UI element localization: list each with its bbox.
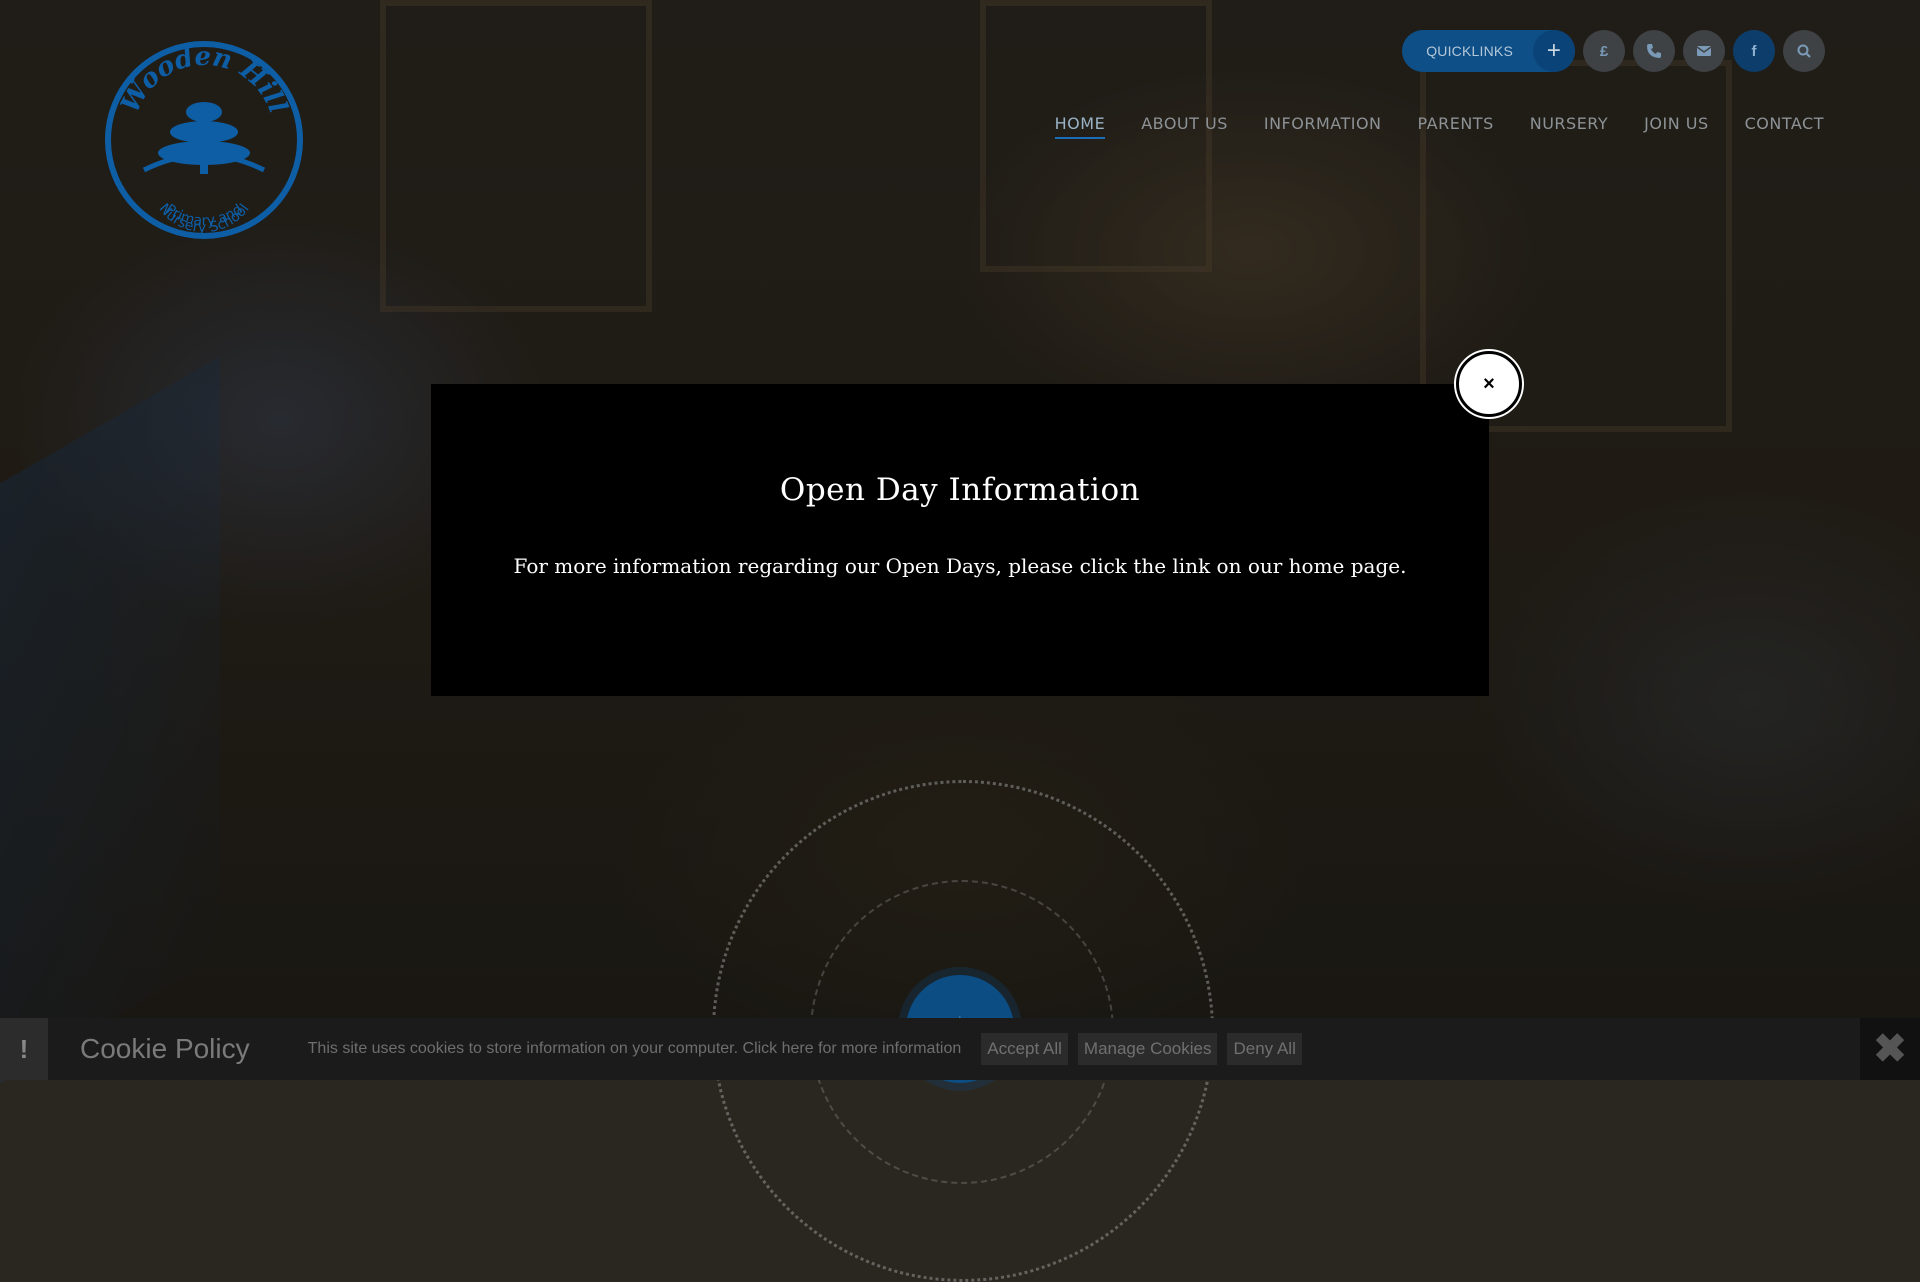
modal-title: Open Day Information — [779, 472, 1141, 508]
facebook-glyph: f — [1751, 42, 1757, 60]
nav-item-contact[interactable]: CONTACT — [1745, 114, 1824, 133]
alert-icon: ! — [0, 1018, 48, 1080]
cookie-bar: ! Cookie Policy This site uses cookies t… — [0, 1018, 1860, 1080]
nav-item-about-us[interactable]: ABOUT US — [1141, 114, 1228, 133]
manage-cookies-button[interactable]: Manage Cookies — [1077, 1033, 1218, 1065]
modal-body: For more information regarding our Open … — [513, 554, 1407, 578]
pound-glyph: £ — [1599, 42, 1609, 60]
phone-icon[interactable] — [1633, 30, 1675, 72]
main-nav: HOME ABOUT US INFORMATION PARENTS NURSER… — [1054, 114, 1824, 139]
cookie-close-button[interactable]: ✖ — [1860, 1018, 1920, 1080]
nav-item-parents[interactable]: PARENTS — [1418, 114, 1494, 133]
facebook-icon[interactable]: f — [1733, 30, 1775, 72]
school-logo[interactable]: Wooden Hill Primary and Nursery School — [104, 40, 304, 240]
close-icon: ✖ — [1873, 1027, 1907, 1071]
nav-item-information[interactable]: INFORMATION — [1264, 114, 1382, 133]
open-day-modal: Open Day Information For more informatio… — [431, 384, 1489, 696]
search-icon[interactable] — [1783, 30, 1825, 72]
cookie-info-link[interactable]: This site uses cookies to store informat… — [308, 1040, 962, 1058]
close-icon: × — [1483, 372, 1495, 395]
alert-glyph: ! — [19, 1033, 29, 1064]
nav-item-home[interactable]: HOME — [1054, 114, 1106, 139]
pound-icon[interactable]: £ — [1583, 30, 1625, 72]
nav-item-nursery[interactable]: NURSERY — [1530, 114, 1608, 133]
cookie-title: Cookie Policy — [80, 1033, 250, 1064]
modal-close-button[interactable]: × — [1456, 351, 1522, 417]
accept-all-button[interactable]: Accept All — [981, 1033, 1068, 1065]
deny-all-button[interactable]: Deny All — [1227, 1033, 1302, 1065]
quicklinks-button[interactable]: QUICKLINKS + — [1402, 30, 1575, 72]
email-icon[interactable] — [1683, 30, 1725, 72]
plus-icon: + — [1533, 30, 1575, 72]
nav-item-join-us[interactable]: JOIN US — [1644, 114, 1708, 133]
top-utility-bar: QUICKLINKS + £ f — [1402, 30, 1825, 72]
quicklinks-label: QUICKLINKS — [1426, 43, 1513, 59]
